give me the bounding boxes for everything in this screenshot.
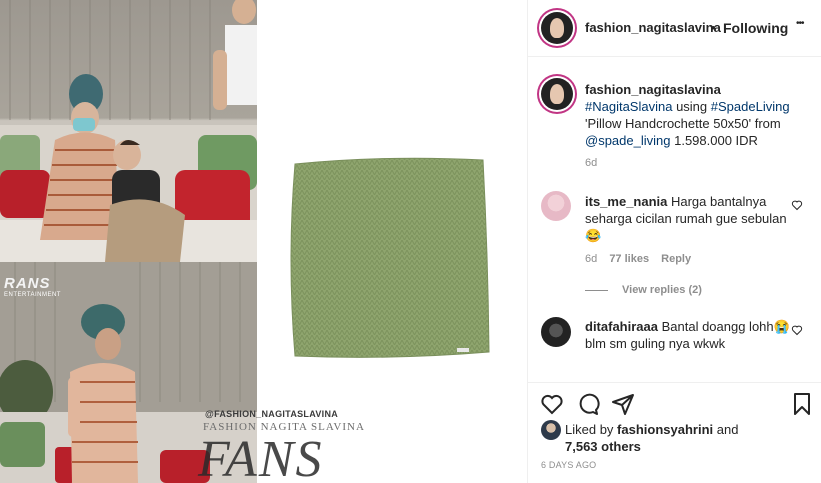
following-button[interactable]: Following (723, 20, 788, 36)
comment-reply-button[interactable]: Reply (661, 253, 691, 265)
likes-count-button[interactable]: 7,563 others (565, 439, 641, 454)
liked-by-user[interactable]: fashionsyahrini (617, 422, 713, 437)
comment-likes[interactable]: 77 likes (609, 253, 649, 265)
likes-summary: Liked by fashionsyahrini and 7,563 other… (565, 421, 805, 455)
tv-logo: RANS ENTERTAINMENT (4, 275, 64, 298)
header-username[interactable]: fashion_nagitaslavina (585, 20, 721, 35)
caption-avatar[interactable] (541, 78, 573, 110)
post-header: fashion_nagitaslavina • Following ••• (528, 0, 821, 57)
watermark-handle: @FASHION_NAGITASLAVINA (205, 409, 339, 419)
post-timestamp[interactable]: 6 DAYS AGO (541, 460, 596, 470)
view-replies-line (585, 289, 608, 291)
comment-icon[interactable] (576, 392, 600, 416)
post-media[interactable]: RANS ENTERTAINMENT @FASHION_NAGITASLAVIN… (0, 0, 527, 483)
hashtag-spadeliving[interactable]: #SpadeLiving (711, 99, 790, 114)
comment-text: ditafahiraaa Bantal doangg lohh😭 blm sm … (585, 318, 795, 352)
post-sidebar: fashion_nagitaslavina • Following ••• fa… (527, 0, 821, 483)
comment-like-icon[interactable] (791, 324, 803, 336)
photo-top-left (0, 0, 257, 262)
hashtag-nagitaslavina[interactable]: #NagitaSlavina (585, 99, 672, 114)
header-separator: • (711, 20, 716, 35)
tv-logo-sub: ENTERTAINMENT (4, 292, 61, 298)
save-icon[interactable] (790, 392, 814, 416)
action-bar (528, 382, 821, 423)
comment-username[interactable]: its_me_nania (585, 194, 667, 209)
comment-text: its_me_nania Harga bantalnya seharga cic… (585, 193, 795, 244)
caption-username[interactable]: fashion_nagitaslavina (585, 82, 721, 97)
liker-avatar[interactable] (541, 420, 561, 440)
comment-avatar[interactable] (541, 191, 571, 221)
mention-spade-living[interactable]: @spade_living (585, 133, 670, 148)
caption-text: fashion_nagitaslavina #NagitaSlavina usi… (585, 81, 795, 149)
view-replies[interactable]: View replies (2) (585, 284, 702, 296)
caption-text-2: 'Pillow Handcrochette 50x50' from (585, 116, 781, 131)
more-options-icon[interactable]: ••• (796, 18, 804, 29)
liked-by-and: and (713, 422, 739, 437)
comment-username[interactable]: ditafahiraaa (585, 319, 658, 334)
share-icon[interactable] (611, 392, 635, 416)
comment-avatar[interactable] (541, 317, 571, 347)
comment-meta: 6d 77 likes Reply (585, 253, 691, 265)
comment-age[interactable]: 6d (585, 253, 597, 265)
header-avatar[interactable] (541, 12, 573, 44)
comment-like-icon[interactable] (791, 199, 803, 211)
like-icon[interactable] (540, 392, 564, 416)
caption-text-3: 1.598.000 IDR (670, 133, 758, 148)
caption-age[interactable]: 6d (585, 157, 597, 169)
caption-text-1: using (672, 99, 711, 114)
living-room-scene (0, 0, 257, 262)
watermark-fans: FANS (198, 431, 324, 483)
view-replies-label[interactable]: View replies (2) (622, 284, 702, 296)
liked-by-prefix: Liked by (565, 422, 618, 437)
tv-logo-text: RANS (4, 275, 51, 292)
